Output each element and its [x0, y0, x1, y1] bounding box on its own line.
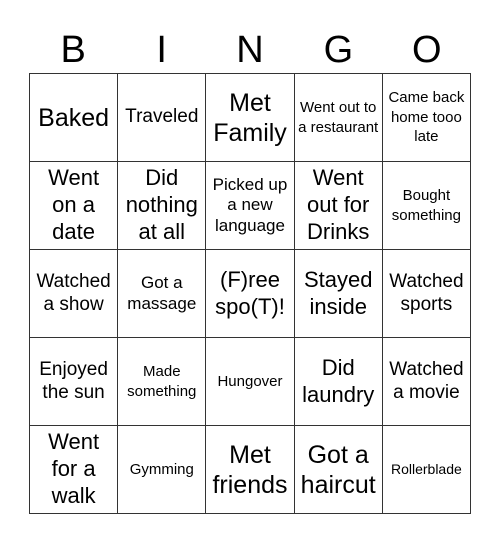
bingo-cell[interactable]: Gymming: [118, 426, 207, 514]
bingo-cell[interactable]: Hungover: [206, 338, 295, 426]
bingo-cell[interactable]: Got a massage: [118, 250, 207, 338]
bingo-cell[interactable]: Traveled: [118, 74, 207, 162]
header-letter-i: I: [156, 29, 167, 71]
bingo-cell[interactable]: Enjoyed the sun: [30, 338, 119, 426]
bingo-cell[interactable]: Went for a walk: [30, 426, 119, 514]
bingo-cell[interactable]: Went on a date: [30, 162, 119, 250]
bingo-cell[interactable]: Watched a show: [30, 250, 119, 338]
bingo-cell[interactable]: Came back home tooo late: [382, 74, 471, 162]
bingo-cell[interactable]: Went out to a restaurant: [294, 74, 383, 162]
bingo-cell[interactable]: Made something: [118, 338, 207, 426]
bingo-cell[interactable]: Stayed inside: [294, 250, 383, 338]
bingo-cell[interactable]: Picked up a new language: [206, 162, 295, 250]
header-letter-g: G: [323, 29, 354, 71]
bingo-cell[interactable]: Met friends: [206, 426, 295, 514]
bingo-cell[interactable]: Did laundry: [294, 338, 383, 426]
header-letter-o: O: [412, 29, 442, 71]
bingo-cell[interactable]: Rollerblade: [382, 426, 471, 514]
free-space-cell[interactable]: (F)ree spo(T)!: [206, 250, 295, 338]
bingo-header: B I N G O: [29, 28, 471, 72]
bingo-cell[interactable]: Did nothing at all: [118, 162, 207, 250]
bingo-cell[interactable]: Bought something: [382, 162, 471, 250]
header-letter-b: B: [60, 29, 86, 71]
bingo-card-grid: Baked Traveled Met Family Went out to a …: [29, 73, 471, 514]
bingo-cell[interactable]: Watched sports: [382, 250, 471, 338]
bingo-cell[interactable]: Got a haircut: [294, 426, 383, 514]
bingo-cell[interactable]: Baked: [30, 74, 119, 162]
bingo-cell[interactable]: Went out for Drinks: [294, 162, 383, 250]
header-letter-n: N: [236, 29, 264, 71]
bingo-cell[interactable]: Watched a movie: [382, 338, 471, 426]
bingo-cell[interactable]: Met Family: [206, 74, 295, 162]
